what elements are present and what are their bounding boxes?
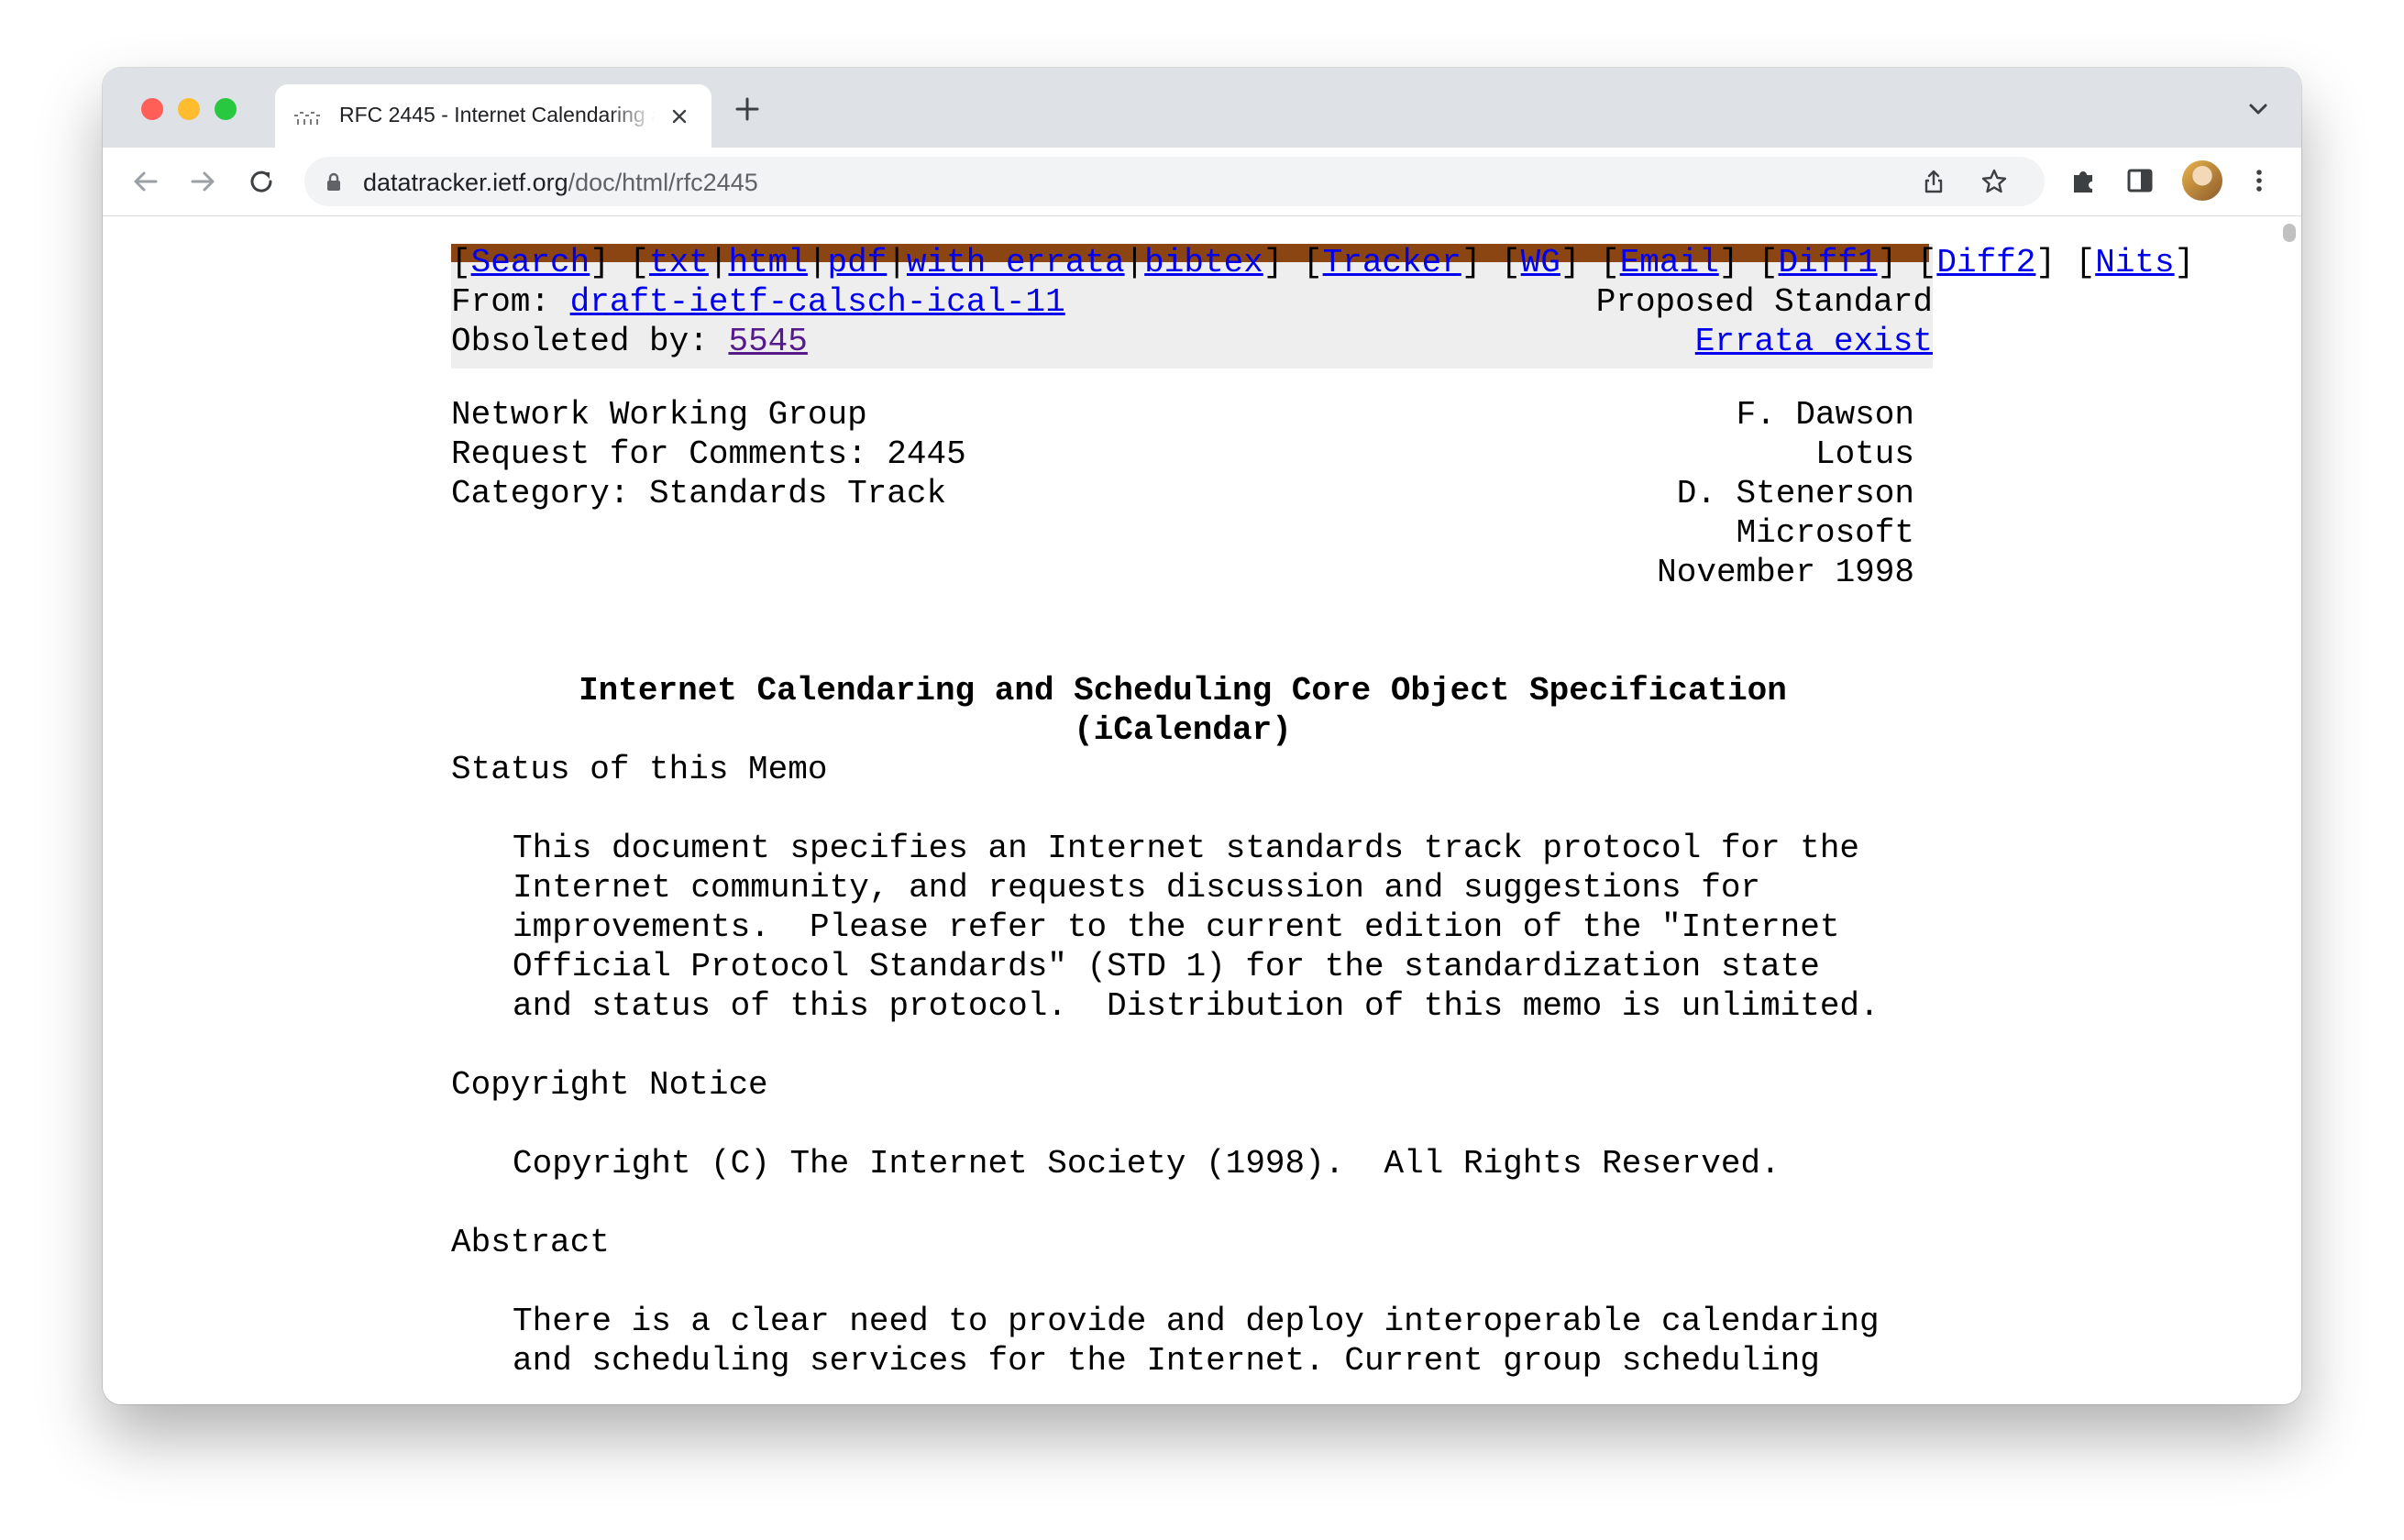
paragraph-line: Official Protocol Standards" (STD 1) for… [513, 948, 1820, 985]
paragraph-line: Copyright (C) The Internet Society (1998… [513, 1145, 1781, 1182]
reload-icon[interactable] [244, 164, 279, 199]
url-host: datatracker.ietf.org [363, 169, 568, 196]
tab-rfc2445[interactable]: RFC 2445 - Internet Calendaring and Sche… [275, 84, 711, 148]
more-menu-icon[interactable] [2243, 164, 2276, 197]
title-line: Internet Calendaring and Scheduling Core… [579, 672, 1787, 710]
txt-link[interactable]: txt [649, 244, 709, 281]
abstract-paragraph: There is a clear need to provide and dep… [451, 1302, 1933, 1380]
pdf-link[interactable]: pdf [828, 244, 888, 281]
section-heading: Abstract [451, 1224, 610, 1261]
extensions-puzzle-icon[interactable] [2067, 164, 2100, 197]
errata-line: Errata exist [451, 322, 1933, 361]
section-heading: Status of this Memo [451, 751, 828, 788]
header-right-line: D. Stenerson [1676, 475, 1914, 512]
status-text: Proposed Standard [1595, 283, 1933, 321]
diff2-link[interactable]: Diff2 [1936, 244, 2035, 281]
header-right: F. Dawson Lotus D. Stenerson Microsoft N… [451, 395, 1914, 592]
header-right-line: F. Dawson [1736, 396, 1914, 434]
header-right-line: November 1998 [1657, 554, 1914, 591]
paragraph-line: improvements. Please refer to the curren… [513, 908, 1840, 946]
paragraph-line: Internet community, and requests discuss… [513, 869, 1761, 907]
paragraph-line: and scheduling services for the Internet… [513, 1342, 1820, 1380]
abstract-section: Abstract [451, 1223, 1933, 1262]
errata-exist-link[interactable]: Errata exist [1695, 323, 1933, 360]
search-link[interactable]: Search [471, 244, 590, 281]
status-paragraph: This document specifies an Internet stan… [451, 829, 1933, 1026]
lock-icon[interactable] [325, 171, 343, 192]
url-path: /doc/html/rfc2445 [568, 169, 758, 196]
tab-strip: RFC 2445 - Internet Calendaring and Sche… [103, 68, 2301, 148]
back-arrow-icon[interactable] [128, 164, 163, 199]
forward-arrow-icon[interactable] [185, 164, 220, 199]
diff1-link[interactable]: Diff1 [1779, 244, 1878, 281]
browser-toolbar: datatracker.ietf.org/doc/html/rfc2445 [103, 148, 2301, 216]
copyright-paragraph: Copyright (C) The Internet Society (1998… [451, 1144, 1933, 1183]
status-section: Status of this Memo [451, 750, 1933, 789]
browser-window: RFC 2445 - Internet Calendaring and Sche… [103, 68, 2301, 1404]
side-panel-icon[interactable] [2123, 164, 2156, 197]
close-window-button[interactable] [141, 98, 163, 120]
nits-link[interactable]: Nits [2095, 244, 2174, 281]
url-text[interactable]: datatracker.ietf.org/doc/html/rfc2445 [363, 169, 758, 197]
minimize-window-button[interactable] [178, 98, 200, 120]
bookmark-star-icon[interactable] [1980, 168, 2008, 195]
paragraph-line: There is a clear need to provide and dep… [513, 1303, 1880, 1340]
close-tab-icon[interactable] [667, 104, 691, 128]
section-heading: Copyright Notice [451, 1066, 768, 1104]
header-right-line: Microsoft [1736, 514, 1914, 552]
chevron-down-icon[interactable] [2246, 99, 2270, 119]
profile-avatar[interactable] [2182, 160, 2222, 201]
tab-title: RFC 2445 - Internet Calendaring and Sche… [339, 103, 655, 126]
zoom-window-button[interactable] [215, 98, 237, 120]
document-title: Internet Calendaring and Scheduling Core… [451, 671, 1914, 750]
address-bar[interactable]: datatracker.ietf.org/doc/html/rfc2445 [304, 157, 2045, 206]
bibtex-link[interactable]: bibtex [1144, 244, 1263, 281]
share-icon[interactable] [1920, 168, 1947, 195]
html-link[interactable]: html [728, 244, 807, 281]
with-errata-link[interactable]: with errata [907, 244, 1125, 281]
new-tab-icon[interactable] [733, 95, 761, 123]
paragraph-line: This document specifies an Internet stan… [513, 830, 1860, 867]
page-content[interactable]: [Search] [txt|html|pdf|with errata|bibte… [103, 216, 2301, 1404]
title-line: (iCalendar) [1074, 711, 1292, 749]
copyright-section: Copyright Notice [451, 1065, 1933, 1105]
header-right-line: Lotus [1814, 435, 1914, 473]
wg-link[interactable]: WG [1521, 244, 1560, 281]
paragraph-line: and status of this protocol. Distributio… [513, 987, 1880, 1025]
email-link[interactable]: Email [1620, 244, 1719, 281]
scrollbar[interactable] [2283, 224, 2296, 242]
ietf-favicon-icon [294, 112, 320, 125]
meta-links-line: [Search] [txt|html|pdf|with errata|bibte… [451, 244, 2195, 281]
tracker-link[interactable]: Tracker [1323, 244, 1461, 281]
